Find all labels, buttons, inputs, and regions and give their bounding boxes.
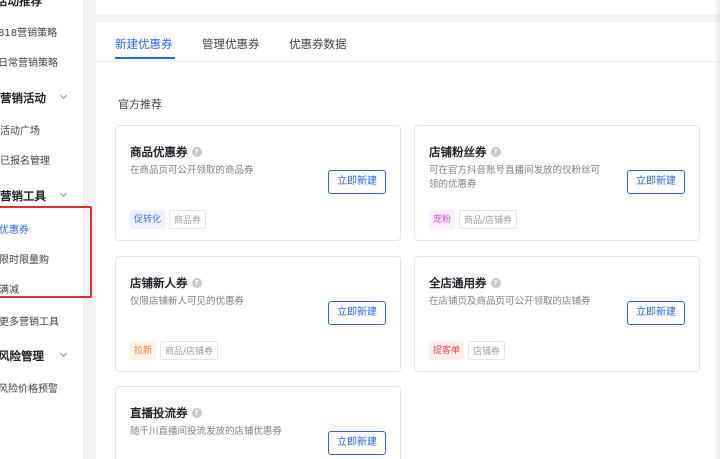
coupon-card-product: 商品优惠券 ? 在商品页可公开领取的商品券 立即新建 促转化 商品券	[115, 125, 401, 241]
help-icon[interactable]: ?	[490, 147, 501, 157]
sidebar-item-registered[interactable]: 已报名管理	[0, 152, 50, 167]
coupon-card-store-wide: 全店通用券 ? 在店铺页及商品页可公开领取的店铺券 立即新建 提客单 店铺券	[414, 256, 700, 372]
card-title: 店铺粉丝券 ?	[429, 144, 501, 160]
sidebar-item-coupon[interactable]: 优惠券	[0, 221, 29, 236]
card-title-text: 店铺粉丝券	[429, 145, 487, 159]
card-title: 店铺新人券 ?	[130, 275, 202, 291]
sidebar-group-activity-recommend[interactable]: 活动推荐	[0, 0, 42, 9]
tag-type: 商品/店铺券	[160, 341, 219, 360]
tag-order-value: 提客单	[429, 341, 465, 360]
tab-coupon-data[interactable]: 优惠券数据	[289, 36, 347, 52]
edge-shadow	[714, 0, 720, 459]
tag-fans: 宠粉	[429, 210, 456, 229]
card-title-text: 全店通用券	[429, 276, 487, 290]
card-tags: 提客单 店铺券	[429, 341, 506, 360]
tag-type: 商品券	[169, 210, 207, 229]
tag-type: 商品/店铺券	[459, 210, 518, 229]
create-now-button[interactable]: 立即新建	[627, 170, 685, 194]
tag-acquire: 拉新	[130, 341, 157, 360]
card-description: 在店铺页及商品页可公开领取的店铺券	[429, 296, 591, 307]
section-title: 官方推荐	[118, 98, 162, 111]
sidebar-item-818-strategy[interactable]: 818营销策略	[0, 24, 57, 39]
sidebar-group-marketing-activity[interactable]: 营销活动	[0, 90, 46, 106]
create-now-button[interactable]: 立即新建	[328, 170, 386, 194]
create-now-button[interactable]: 立即新建	[328, 431, 386, 455]
sidebar-item-activity-square[interactable]: 活动广场	[0, 122, 40, 137]
card-title-text: 店铺新人券	[130, 276, 188, 290]
tab-new-coupon[interactable]: 新建优惠券	[115, 36, 173, 52]
card-title: 直播投流券 ?	[130, 405, 202, 421]
sidebar-group-marketing-tools[interactable]: 营销工具	[0, 188, 46, 204]
card-description: 仅限店铺新人可见的优惠券	[130, 296, 245, 307]
coupon-card-live-stream: 直播投流券 ? 随千川直播间投流发放的店铺优惠券 立即新建	[115, 386, 401, 459]
top-bar	[96, 0, 720, 14]
chevron-down-icon[interactable]	[59, 189, 68, 198]
help-icon[interactable]: ?	[191, 278, 202, 288]
chevron-down-icon[interactable]	[59, 349, 68, 358]
sidebar-item-daily-strategy[interactable]: 日常营销策略	[0, 54, 58, 69]
sidebar-group-risk-management[interactable]: 风险管理	[0, 348, 44, 364]
active-tab-indicator	[115, 57, 175, 59]
help-icon[interactable]: ?	[191, 147, 202, 157]
sidebar-item-limited-purchase[interactable]: 限时限量购	[0, 251, 49, 266]
card-title: 商品优惠券 ?	[130, 144, 202, 160]
help-icon[interactable]: ?	[191, 408, 202, 418]
tab-manage-coupon[interactable]: 管理优惠券	[202, 36, 260, 52]
sidebar-item-full-reduction[interactable]: 满减	[0, 281, 19, 296]
chevron-down-icon[interactable]	[59, 91, 68, 100]
sidebar-item-risk-price-alert[interactable]: 风险价格预警	[0, 380, 58, 395]
card-tags: 拉新 商品/店铺券	[130, 341, 219, 360]
card-description: 可在官方抖音账号直播间发放的仅粉丝可领的优惠券	[429, 165, 601, 190]
card-description: 随千川直播间投流发放的店铺优惠券	[130, 426, 283, 437]
card-tags: 宠粉 商品/店铺券	[429, 210, 518, 229]
card-title-text: 商品优惠券	[130, 145, 188, 159]
sidebar-item-more-tools[interactable]: 更多营销工具	[0, 313, 59, 328]
sidebar: 活动推荐 818营销策略 日常营销策略 营销活动 活动广场 已报名管理 营销工具…	[0, 0, 84, 459]
coupon-card-newcomer: 店铺新人券 ? 仅限店铺新人可见的优惠券 立即新建 拉新 商品/店铺券	[115, 256, 401, 372]
tag-conversion: 促转化	[130, 210, 166, 229]
tag-type: 店铺券	[468, 341, 506, 360]
create-now-button[interactable]: 立即新建	[627, 301, 685, 325]
card-title: 全店通用券 ?	[429, 275, 501, 291]
card-description: 在商品页可公开领取的商品券	[130, 165, 254, 176]
help-icon[interactable]: ?	[490, 278, 501, 288]
coupon-card-fan: 店铺粉丝券 ? 可在官方抖音账号直播间发放的仅粉丝可领的优惠券 立即新建 宠粉 …	[414, 125, 700, 241]
card-tags: 促转化 商品券	[130, 210, 207, 229]
tabs-divider	[96, 61, 720, 62]
card-title-text: 直播投流券	[130, 406, 188, 420]
create-now-button[interactable]: 立即新建	[328, 301, 386, 325]
